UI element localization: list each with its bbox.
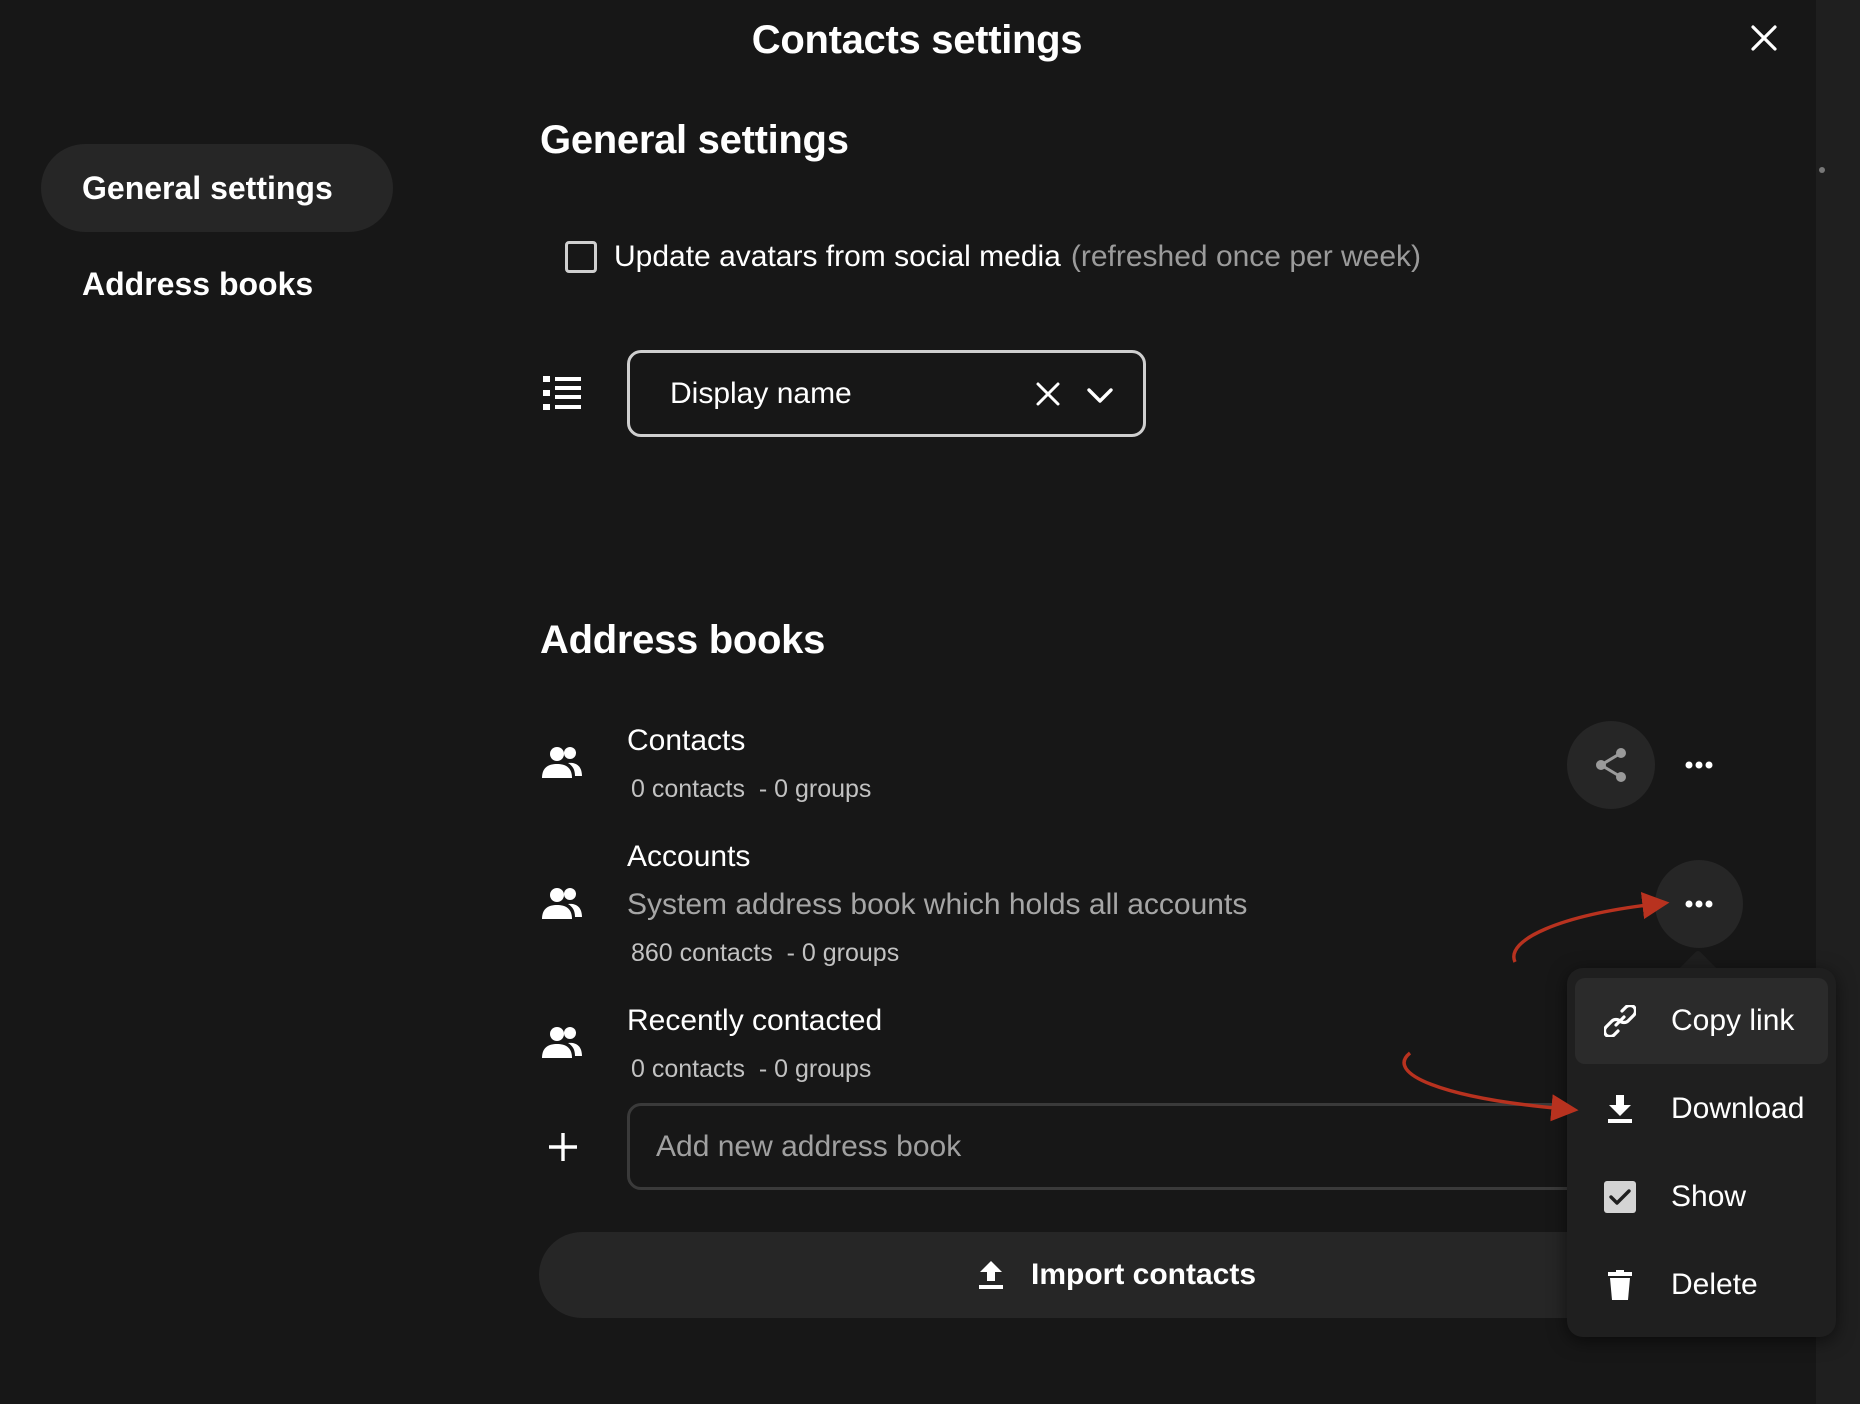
share-icon: [1596, 748, 1626, 782]
trash-icon: [1603, 1268, 1637, 1302]
avatar-update-option[interactable]: Update avatars from social media (refres…: [565, 240, 1421, 274]
close-icon: [1751, 25, 1777, 51]
address-book-actions-button[interactable]: [1655, 721, 1743, 809]
address-book-name: Accounts: [627, 840, 751, 873]
more-icon: [1685, 900, 1713, 908]
avatar-update-hint: (refreshed once per week): [1070, 240, 1422, 273]
sort-order-select[interactable]: Display name: [627, 350, 1146, 437]
address-book-counts: 0 contacts - 0 groups: [631, 775, 872, 803]
menu-item-label: Download: [1671, 1092, 1805, 1125]
sort-order-value: Display name: [670, 376, 852, 410]
import-contacts-button[interactable]: Import contacts: [539, 1232, 1639, 1318]
menu-item-show[interactable]: Show: [1575, 1154, 1828, 1240]
sidebar-item-label: General settings: [82, 169, 333, 206]
address-book-name: Contacts: [627, 724, 746, 757]
avatar-update-label: Update avatars from social media: [614, 240, 1061, 273]
people-icon: [542, 747, 582, 778]
modal-title: Contacts settings: [751, 18, 1083, 62]
close-button[interactable]: [1742, 16, 1786, 60]
sidebar-item-address-books[interactable]: Address books: [41, 240, 393, 328]
chevron-down-icon[interactable]: [1085, 381, 1115, 411]
sidebar-item-general-settings[interactable]: General settings: [41, 144, 393, 232]
address-book-actions-button[interactable]: [1655, 860, 1743, 948]
upload-icon: [978, 1261, 1003, 1289]
page: Contacts settings General settings Addre…: [0, 0, 1860, 1404]
address-book-actions-menu: Copy link Download Show Delete: [1567, 968, 1836, 1337]
checkbox-checked-icon: [1603, 1180, 1637, 1214]
sort-list-icon: [543, 376, 581, 415]
avatar-update-checkbox[interactable]: [565, 241, 597, 273]
menu-item-label: Copy link: [1671, 1004, 1795, 1037]
menu-item-label: Delete: [1671, 1268, 1758, 1301]
address-book-name: Recently contacted: [627, 1004, 883, 1037]
plus-icon: [549, 1133, 577, 1161]
general-settings-heading: General settings: [540, 118, 849, 162]
settings-modal: Contacts settings General settings Addre…: [0, 0, 1836, 1404]
menu-item-delete[interactable]: Delete: [1575, 1242, 1828, 1328]
address-books-heading: Address books: [540, 618, 826, 662]
menu-item-label: Show: [1671, 1180, 1747, 1213]
share-address-book-button[interactable]: [1567, 721, 1655, 809]
clear-selection-icon[interactable]: [1033, 379, 1063, 409]
menu-item-download[interactable]: Download: [1575, 1066, 1828, 1152]
more-icon: [1685, 761, 1713, 769]
download-icon: [1603, 1092, 1637, 1126]
link-icon: [1603, 1004, 1637, 1038]
sidebar-item-label: Address books: [82, 265, 314, 302]
backdrop-dot: [1819, 167, 1825, 173]
import-contacts-label: Import contacts: [1030, 1258, 1257, 1291]
people-icon: [542, 888, 582, 919]
address-book-counts: 0 contacts - 0 groups: [631, 1055, 872, 1083]
menu-item-copy-link[interactable]: Copy link: [1575, 978, 1828, 1064]
address-book-description: System address book which holds all acco…: [627, 888, 1248, 921]
add-address-book-input[interactable]: [627, 1103, 1627, 1190]
address-book-counts: 860 contacts - 0 groups: [631, 939, 900, 967]
people-icon: [542, 1027, 582, 1058]
